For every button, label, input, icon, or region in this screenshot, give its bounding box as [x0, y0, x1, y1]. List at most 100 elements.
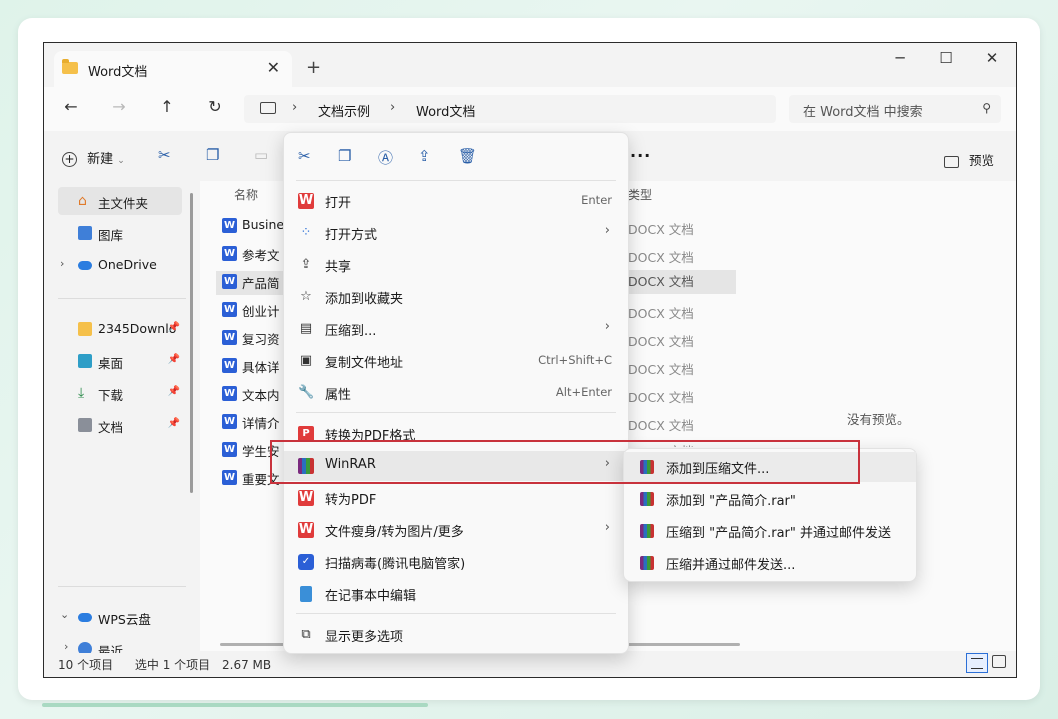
sidebar-item-label: 下载 [98, 388, 124, 403]
menu-divider [296, 613, 616, 614]
forward-button[interactable]: → [106, 97, 132, 116]
pin-icon: 📌 [167, 418, 180, 429]
file-type: DOCX 文档 [628, 362, 694, 377]
tiles-view-button[interactable] [992, 655, 1006, 668]
file-name: 复习资 [242, 332, 280, 347]
word-doc-icon: W [222, 302, 237, 317]
new-button[interactable]: + 新建 ⌄ [62, 148, 125, 167]
file-name: 参考文 [242, 248, 280, 263]
word-doc-icon: W [222, 386, 237, 401]
sidebar-item-wps-cloud[interactable]: ⌄ WPS云盘 [58, 603, 182, 631]
shortcut-label: Alt+Enter [555, 385, 612, 399]
more-button[interactable]: ··· [630, 146, 651, 165]
shortcut-label: Ctrl+Shift+C [538, 353, 612, 367]
selected-size: 2.67 MB [222, 658, 272, 672]
new-tab-button[interactable]: + [306, 57, 321, 78]
plus-circle-icon: + [62, 152, 77, 167]
status-bar: 10 个项目 选中 1 个项目 2.67 MB [58, 656, 271, 673]
chevron-right-icon: › [390, 100, 396, 115]
file-explorer-window: Word文档 ✕ + ─ ☐ ✕ ← → ↑ ↻ › 文档示例 › Word文档… [43, 42, 1017, 678]
column-header-type[interactable]: 类型 [628, 186, 652, 203]
maximize-button[interactable]: ☐ [928, 49, 964, 67]
menu-item-slim-more[interactable]: W 文件瘦身/转为图片/更多 › [284, 515, 628, 545]
menu-item-open[interactable]: W 打开 Enter [284, 186, 628, 216]
sidebar-item-downloads[interactable]: ⤓ 下载 📌 [58, 379, 182, 407]
cut-icon[interactable]: ✂ [158, 146, 171, 164]
submenu-item-add-rar[interactable]: 添加到 "产品简介.rar" [624, 484, 916, 514]
sidebar-item-2345download[interactable]: 2345Downlo 📌 [58, 315, 182, 343]
word-doc-icon: W [222, 414, 237, 429]
delete-icon[interactable]: 🗑 [458, 147, 477, 165]
submenu-item-compress-email-rar[interactable]: 压缩到 "产品简介.rar" 并通过邮件发送 [624, 516, 916, 546]
menu-item-to-pdf[interactable]: W 转为PDF [284, 483, 628, 513]
menu-item-label: 添加到收藏夹 [325, 292, 404, 307]
address-bar[interactable]: › 文档示例 › Word文档 [244, 95, 776, 123]
submenu-item-label: 压缩到 "产品简介.rar" 并通过邮件发送 [666, 526, 892, 541]
refresh-button[interactable]: ↻ [202, 97, 228, 116]
menu-item-virus-scan[interactable]: ✓ 扫描病毒(腾讯电脑管家) [284, 547, 628, 577]
list-icon [971, 658, 983, 669]
sidebar-item-label: OneDrive [98, 257, 157, 272]
file-type: DOCX 文档 [628, 390, 694, 405]
zip-icon: ▤ [299, 321, 313, 336]
menu-item-compress-to[interactable]: ▤ 压缩到... › [284, 314, 628, 344]
highlight-box [270, 440, 860, 484]
menu-item-label: 属性 [325, 388, 352, 403]
preview-button[interactable]: 预览 [944, 150, 994, 169]
shortcut-label: Enter [581, 193, 612, 207]
menu-item-notepad[interactable]: 在记事本中编辑 [284, 579, 628, 609]
column-header-name[interactable]: 名称 [234, 186, 258, 203]
file-name: Busine [242, 217, 285, 232]
sidebar-item-desktop[interactable]: 桌面 📌 [58, 347, 182, 375]
sidebar-item-documents[interactable]: 文档 📌 [58, 411, 182, 439]
paste-icon[interactable]: ▭ [254, 146, 268, 164]
cut-icon[interactable]: ✂ [298, 147, 311, 165]
tab-close-button[interactable]: ✕ [267, 58, 280, 77]
pin-icon: 📌 [167, 322, 180, 333]
winrar-icon [640, 524, 654, 538]
close-window-button[interactable]: ✕ [974, 49, 1010, 67]
word-doc-icon: W [222, 246, 237, 261]
copy-path-icon: ▣ [299, 353, 313, 368]
menu-divider [296, 412, 616, 413]
pin-icon: 📌 [167, 386, 180, 397]
word-doc-icon: W [222, 274, 237, 289]
word-doc-icon: W [222, 442, 237, 457]
rename-icon[interactable]: Ⓐ [378, 147, 393, 168]
search-box[interactable]: 在 Word文档 中搜索 ⚲ [789, 95, 1001, 123]
folder-icon [78, 322, 92, 336]
wps-icon: W [298, 490, 314, 506]
menu-item-share[interactable]: ⇪ 共享 [284, 250, 628, 280]
menu-item-more-options[interactable]: ⧉ 显示更多选项 [284, 620, 628, 650]
apps-icon: ⁘ [300, 225, 312, 240]
menu-item-open-with[interactable]: ⁘ 打开方式 › [284, 218, 628, 248]
back-button[interactable]: ← [58, 97, 84, 116]
wps-icon: W [298, 193, 314, 209]
details-view-button[interactable] [966, 653, 988, 673]
sidebar-item-onedrive[interactable]: › OneDrive [58, 251, 182, 279]
winrar-icon [640, 492, 654, 506]
chevron-right-icon: › [604, 223, 610, 238]
breadcrumb-item[interactable]: 文档示例 [318, 101, 370, 120]
wrench-icon: 🔧 [298, 385, 315, 400]
chevron-down-icon: ⌄ [60, 608, 70, 621]
copy-icon[interactable]: ❐ [338, 147, 351, 165]
sidebar-item-label: 最近 [98, 644, 124, 653]
sidebar-item-home[interactable]: ⌂ 主文件夹 [58, 187, 182, 215]
file-type: DOCX 文档 [628, 250, 694, 265]
menu-item-add-favorite[interactable]: ☆ 添加到收藏夹 [284, 282, 628, 312]
winrar-icon [640, 556, 654, 570]
submenu-item-compress-email[interactable]: 压缩并通过邮件发送... [624, 548, 916, 578]
sidebar-scrollbar[interactable] [190, 193, 193, 493]
preview-label: 预览 [968, 153, 994, 168]
tab-word-docs[interactable]: Word文档 ✕ [54, 51, 292, 87]
sidebar-item-recent[interactable]: › 最近 [58, 635, 182, 653]
minimize-button[interactable]: ─ [882, 49, 918, 67]
menu-item-copy-path[interactable]: ▣ 复制文件地址 Ctrl+Shift+C [284, 346, 628, 376]
up-button[interactable]: ↑ [154, 97, 180, 116]
sidebar-item-gallery[interactable]: 图库 [58, 219, 182, 247]
share-icon[interactable]: ⇪ [418, 147, 431, 165]
copy-icon[interactable]: ❐ [206, 146, 219, 164]
menu-item-properties[interactable]: 🔧 属性 Alt+Enter [284, 378, 628, 408]
breadcrumb-item[interactable]: Word文档 [416, 101, 475, 120]
